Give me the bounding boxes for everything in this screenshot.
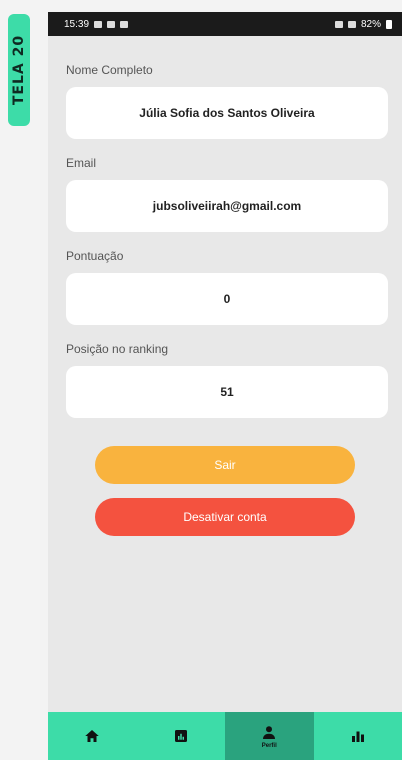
deactivate-account-button[interactable]: Desativar conta [95, 498, 355, 536]
profile-form: Nome Completo Júlia Sofia dos Santos Oli… [48, 61, 402, 418]
home-icon [85, 730, 99, 742]
report-icon [174, 730, 187, 742]
battery-percent: 82% [360, 18, 381, 30]
battery-icon [386, 19, 392, 29]
screen-tag: TELA 20 [8, 14, 30, 126]
score-field[interactable]: 0 [66, 273, 388, 325]
alarm-icon [334, 20, 343, 28]
user-icon [263, 725, 276, 739]
ranking-position-field[interactable]: 51 [66, 366, 388, 418]
email-field[interactable]: jubsoliveiirah@gmail.com [66, 180, 388, 232]
nav-profile[interactable]: Perfil [225, 712, 314, 760]
gallery-icon [120, 20, 129, 28]
logout-button[interactable]: Sair [95, 446, 355, 484]
bottom-nav: Perfil [48, 712, 402, 760]
message-icon [107, 20, 116, 28]
email-label: Email [66, 156, 97, 170]
notification-icon [94, 20, 103, 28]
status-bar: 15:39 82% [48, 12, 402, 36]
signal-icon [347, 20, 356, 28]
phone-screen: 15:39 82% Nome Completo Júlia Sofia dos … [48, 12, 402, 760]
score-label: Pontuação [66, 249, 124, 263]
ranking-position-label: Posição no ranking [66, 342, 169, 356]
screen-tag-label: TELA 20 [11, 34, 28, 106]
ranking-icon [351, 731, 364, 742]
nav-profile-label: Perfil [261, 742, 277, 749]
status-time: 15:39 [64, 18, 90, 30]
nav-ranking[interactable] [314, 712, 402, 760]
full-name-field[interactable]: Júlia Sofia dos Santos Oliveira [66, 87, 388, 139]
full-name-label: Nome Completo [66, 63, 153, 77]
nav-home[interactable] [48, 712, 137, 760]
nav-report[interactable] [137, 712, 226, 760]
